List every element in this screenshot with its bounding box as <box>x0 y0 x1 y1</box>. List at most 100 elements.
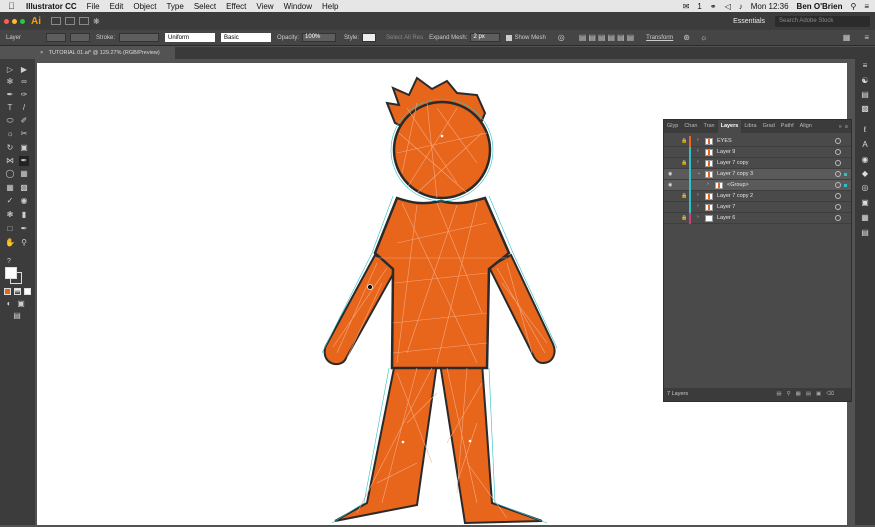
select-all-res-button[interactable]: Select All Res <box>386 35 423 41</box>
expand-arrow-icon[interactable]: › <box>697 148 699 154</box>
menu-edit[interactable]: Edit <box>110 2 124 11</box>
target-icon[interactable] <box>835 138 841 144</box>
tab-gradient[interactable]: Grad <box>760 120 778 133</box>
hand-tool-icon[interactable]: ✋ <box>5 238 15 248</box>
visibility-toggle[interactable] <box>668 204 675 211</box>
show-mesh-checkbox[interactable]: Show Mesh <box>506 34 546 41</box>
scale-tool-icon[interactable]: ▣ <box>19 143 29 153</box>
document-tab[interactable]: × TUTORIAL 01.ai* @ 129.27% (RGB/Preview… <box>35 47 175 59</box>
transform-icon[interactable]: ▣ <box>860 198 870 208</box>
gradient-tool-icon[interactable]: ▩ <box>19 183 29 193</box>
artboard-tool-icon[interactable]: □ <box>5 224 15 234</box>
lock-icon[interactable]: 🔒 <box>681 160 687 167</box>
draw-mode-icon[interactable]: ◐ <box>4 299 14 309</box>
visibility-toggle[interactable] <box>668 149 675 156</box>
search-input[interactable]: Search Adobe Stock <box>775 15 870 27</box>
menu-effect[interactable]: Effect <box>226 2 246 11</box>
visibility-toggle[interactable] <box>668 138 675 145</box>
ellipse-tool-icon[interactable]: ⬭ <box>5 116 15 126</box>
layer-name[interactable]: Layer 7 <box>717 202 735 213</box>
lock-toggle[interactable] <box>681 149 687 156</box>
expand-arrow-icon[interactable]: › <box>697 192 699 198</box>
fill-color-swatch[interactable] <box>5 267 17 279</box>
pathfinder-icon[interactable]: ▦ <box>860 213 870 223</box>
expand-arrow-icon[interactable]: › <box>697 159 699 165</box>
menu-type[interactable]: Type <box>166 2 183 11</box>
tab-glyphs[interactable]: Glyp <box>664 120 681 133</box>
close-tab-icon[interactable]: × <box>40 50 43 56</box>
wifi-icon[interactable]: ◁ <box>725 2 731 11</box>
left-leg-shape[interactable] <box>334 362 439 522</box>
panel-overflow-icon[interactable]: » <box>839 124 842 130</box>
align-icons[interactable]: ▤▤▤▤▤▤ <box>579 33 636 42</box>
align-icon[interactable]: ▤ <box>860 228 870 238</box>
lock-toggle[interactable] <box>681 171 687 178</box>
lock-toggle[interactable] <box>681 182 687 189</box>
stroke-swatch[interactable] <box>70 33 90 42</box>
target-icon[interactable] <box>835 171 841 177</box>
target-icon[interactable] <box>835 160 841 166</box>
zoom-tool-icon[interactable]: ⚲ <box>19 238 29 248</box>
layer-name[interactable]: EYES <box>717 136 732 147</box>
blend-tool-icon[interactable]: ◉ <box>19 196 29 206</box>
tab-layers[interactable]: Layers <box>717 120 742 133</box>
mesh-tool-icon[interactable]: ✒ <box>19 156 29 166</box>
opacity-label[interactable]: Opacity: <box>277 35 299 41</box>
volume-icon[interactable]: ♪ <box>739 2 743 11</box>
menu-help[interactable]: Help <box>322 2 338 11</box>
menu-select[interactable]: Select <box>194 2 216 11</box>
app-name-menu[interactable]: Illustrator CC <box>26 2 77 11</box>
lock-toggle[interactable] <box>681 204 687 211</box>
perspective-tool-icon[interactable]: ▦ <box>19 169 29 179</box>
menu-object[interactable]: Object <box>133 2 156 11</box>
visibility-toggle[interactable] <box>668 193 675 200</box>
color-mode-icon[interactable] <box>4 288 11 295</box>
type-tool-icon[interactable]: T <box>5 103 15 113</box>
libraries-icon[interactable]: ▤ <box>860 90 870 100</box>
layers-icon[interactable]: ◆ <box>860 169 870 179</box>
lasso-tool-icon[interactable]: ∞ <box>19 77 29 87</box>
gradient-mode-icon[interactable] <box>14 288 21 295</box>
tab-pathfinder[interactable]: Pathf <box>778 120 797 133</box>
symbol-sprayer-tool-icon[interactable]: ❃ <box>5 210 15 220</box>
layer-row[interactable]: 🔒 › Layer 6 <box>664 213 851 224</box>
menu-window[interactable]: Window <box>284 2 312 11</box>
expand-arrow-icon[interactable]: › <box>707 181 709 187</box>
isolate-icon[interactable]: ⊛ <box>683 33 690 42</box>
tab-channels[interactable]: Chan <box>681 120 700 133</box>
tab-libraries[interactable]: Libra <box>741 120 759 133</box>
expand-arrow-icon[interactable]: › <box>697 203 699 209</box>
layer-row[interactable]: 🔒 › EYES <box>664 136 851 147</box>
shape-builder-tool-icon[interactable]: ◯ <box>5 169 15 179</box>
variable-width-profile[interactable]: Uniform <box>165 33 216 42</box>
character-icon[interactable]: A <box>860 140 870 150</box>
layer-row[interactable]: › Layer 9 <box>664 147 851 158</box>
color-guide-icon[interactable]: ▩ <box>860 104 870 114</box>
opacity-field[interactable]: 100% <box>302 33 337 42</box>
workspace-switcher[interactable]: Essentials <box>733 18 765 25</box>
menu-view[interactable]: View <box>256 2 273 11</box>
rotate-tool-icon[interactable]: ↻ <box>5 143 15 153</box>
layer-name[interactable]: Layer 9 <box>717 147 735 158</box>
panel-options-icon[interactable]: ≡ <box>845 124 848 130</box>
eye-icon[interactable]: ◉ <box>668 171 675 178</box>
graphic-style-swatch[interactable] <box>362 33 377 42</box>
edit-toolbar-icon[interactable]: ▤ <box>12 311 22 321</box>
layer-name[interactable]: Layer 7 copy 2 <box>717 191 753 202</box>
line-tool-icon[interactable]: / <box>19 103 29 113</box>
shaper-tool-icon[interactable]: ☼ <box>5 129 15 139</box>
arrange-panels-icon[interactable]: ▦ <box>843 33 851 42</box>
scissors-tool-icon[interactable]: ✂ <box>19 129 29 139</box>
globe-icon[interactable]: ◎ <box>558 33 565 42</box>
mesh-grid-tool-icon[interactable]: ▦ <box>5 183 15 193</box>
fill-swatch[interactable] <box>46 33 66 42</box>
right-leg-shape[interactable] <box>438 362 543 525</box>
layer-row[interactable]: 🔒 › Layer 7 copy 2 <box>664 191 851 202</box>
lock-icon[interactable]: 🔒 <box>681 215 687 222</box>
recolor-icon[interactable]: ☼ <box>700 33 707 42</box>
expand-mesh-field[interactable]: 2 px <box>470 33 501 42</box>
target-icon[interactable] <box>835 182 841 188</box>
mail-icon[interactable]: ✉ <box>683 2 690 11</box>
layer-row[interactable]: 🔒 › Layer 7 copy <box>664 158 851 169</box>
head-shape[interactable] <box>392 100 492 200</box>
